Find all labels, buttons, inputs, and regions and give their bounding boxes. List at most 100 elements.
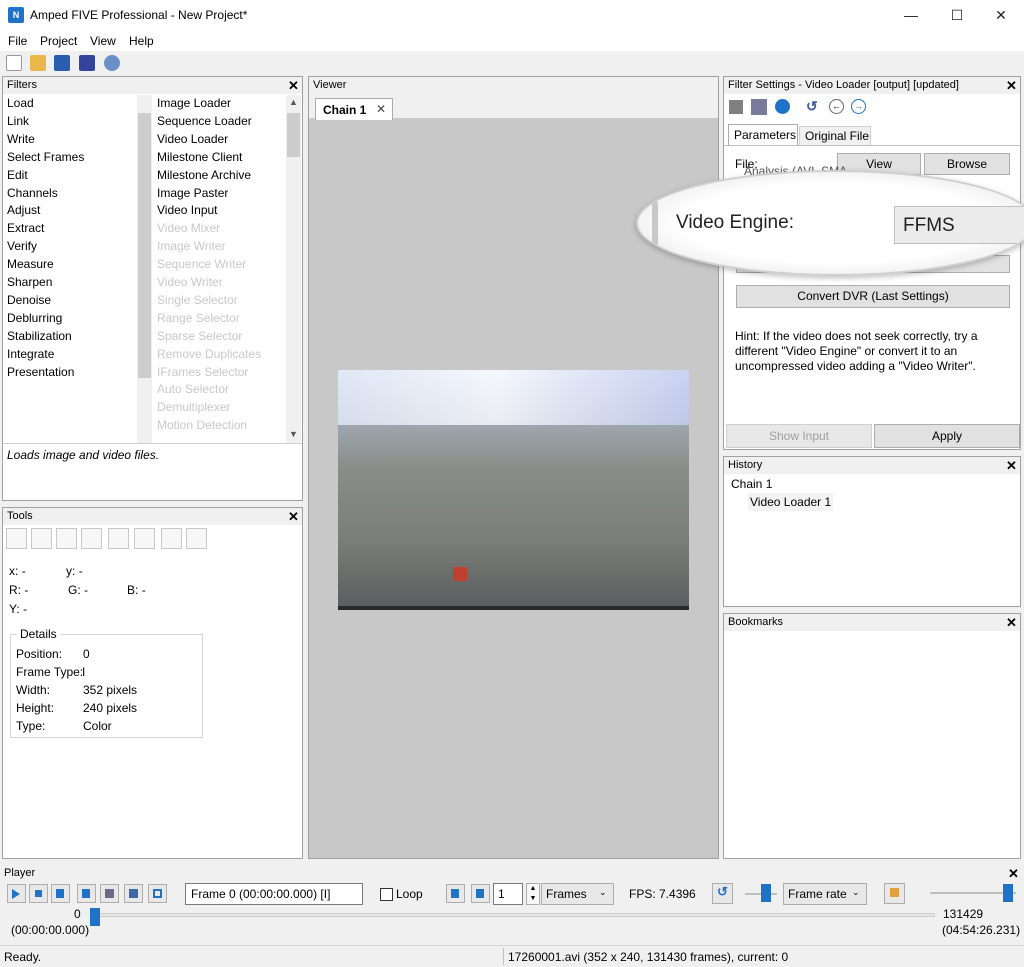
forward-icon[interactable]: → [851, 99, 866, 114]
position-slider-thumb[interactable] [90, 908, 100, 926]
play-button[interactable] [7, 884, 26, 903]
tab-original-file[interactable]: Original File [799, 126, 871, 145]
minimize-button[interactable]: — [888, 0, 934, 31]
category-scrollbar[interactable] [137, 95, 152, 443]
crosshair-tool-icon[interactable] [186, 528, 207, 549]
filter-item[interactable]: Image Paster [157, 184, 228, 202]
items-scroll-thumb[interactable] [287, 113, 300, 157]
globe-tool-icon[interactable] [81, 528, 102, 549]
items-scrollbar[interactable]: ▲ ▼ [286, 95, 301, 443]
menu-view[interactable]: View [90, 34, 116, 48]
video-frame[interactable] [338, 370, 689, 610]
filter-item[interactable]: Video Input [157, 201, 218, 219]
end-frame: 131429 [943, 907, 984, 921]
show-input-button[interactable]: Show Input [726, 424, 872, 448]
close-filters-icon[interactable]: ✕ [288, 77, 299, 94]
tab-chain-1[interactable]: Chain 1 ✕ [315, 98, 393, 120]
loop-checkbox[interactable] [380, 888, 393, 901]
menu-file[interactable]: File [8, 34, 27, 48]
details-value: 352 pixels [83, 683, 138, 697]
marker-button[interactable] [148, 884, 167, 903]
audio-button[interactable] [884, 883, 905, 904]
filter-category-item[interactable]: Link [7, 112, 29, 130]
save-icon[interactable] [54, 55, 70, 71]
pointer-tool-icon[interactable] [6, 528, 27, 549]
refresh-button[interactable]: ↺ [712, 883, 733, 904]
filter-category-item[interactable]: Verify [7, 237, 37, 255]
close-history-icon[interactable]: ✕ [1006, 457, 1017, 474]
filter-item[interactable]: Sequence Loader [157, 112, 252, 130]
menu-project[interactable]: Project [40, 34, 77, 48]
filter-category-item[interactable]: Load [7, 94, 34, 112]
menu-help[interactable]: Help [129, 34, 154, 48]
first-frame-button[interactable] [51, 884, 70, 903]
new-project-icon[interactable] [6, 55, 22, 71]
unit-select[interactable]: Frames ⌄ [541, 883, 614, 905]
filter-description: Loads image and video files. [7, 448, 160, 462]
tab-parameters[interactable]: Parameters [728, 124, 798, 145]
snapshot-button[interactable] [100, 884, 119, 903]
filter-item[interactable]: Image Loader [157, 94, 231, 112]
grid-tool-icon[interactable] [161, 528, 182, 549]
filter-category-item[interactable]: Denoise [7, 291, 51, 309]
zoom-tool-icon[interactable] [31, 528, 52, 549]
rate-slider-thumb[interactable] [761, 884, 772, 902]
filter-category-item[interactable]: Integrate [7, 345, 54, 363]
frame-field[interactable]: Frame 0 (00:00:00.000) [I] [185, 883, 363, 905]
help-icon[interactable] [775, 99, 790, 114]
viewer-header: Viewer [309, 77, 718, 94]
filter-category-item[interactable]: Stabilization [7, 327, 72, 345]
maximize-button[interactable]: ☐ [934, 0, 980, 31]
video-engine-select[interactable]: FFMS [894, 206, 1024, 244]
filter-category-item[interactable]: Channels [7, 184, 58, 202]
close-tools-icon[interactable]: ✕ [288, 508, 299, 525]
history-item[interactable]: Video Loader 1 [748, 493, 834, 511]
scroll-down-icon[interactable]: ▼ [289, 429, 298, 439]
rate-select[interactable]: Frame rate ⌄ [783, 883, 867, 905]
open-folder-icon[interactable] [30, 55, 46, 71]
scroll-up-icon[interactable]: ▲ [289, 97, 298, 107]
filter-item[interactable]: Milestone Archive [157, 166, 251, 184]
rectangle-select-icon[interactable] [108, 528, 129, 549]
close-bookmarks-icon[interactable]: ✕ [1006, 614, 1017, 631]
chain-icon[interactable] [751, 99, 767, 115]
step-spinner[interactable]: ▲ ▼ [526, 883, 540, 905]
stop-button[interactable] [29, 884, 48, 903]
x-label: x: [9, 564, 19, 578]
convert-dvr-last-settings-button[interactable]: Convert DVR (Last Settings) [736, 285, 1010, 308]
close-player-icon[interactable]: ✕ [1008, 865, 1019, 882]
close-window-button[interactable]: ✕ [978, 0, 1024, 31]
filter-category-item[interactable]: Select Frames [7, 148, 84, 166]
filter-item[interactable]: Video Loader [157, 130, 228, 148]
filter-category-item[interactable]: Write [7, 130, 35, 148]
step-back-button[interactable] [446, 884, 465, 903]
last-frame-button[interactable] [77, 884, 96, 903]
status-divider [503, 948, 504, 965]
line-tool-icon[interactable] [134, 528, 155, 549]
filter-category-item[interactable]: Sharpen [7, 273, 52, 291]
screen-tool-icon[interactable] [56, 528, 77, 549]
export-frame-button[interactable] [124, 884, 143, 903]
step-forward-button[interactable] [471, 884, 490, 903]
filter-category-item[interactable]: Presentation [7, 363, 74, 381]
filter-item[interactable]: Milestone Client [157, 148, 242, 166]
step-input[interactable]: 1 [493, 883, 523, 905]
apply-button[interactable]: Apply [874, 424, 1020, 448]
close-filter-settings-icon[interactable]: ✕ [1006, 77, 1017, 94]
tab-close-icon[interactable]: ✕ [376, 102, 386, 116]
stop-icon[interactable] [729, 100, 743, 114]
back-icon[interactable]: ← [829, 99, 844, 114]
update-icon[interactable] [104, 55, 120, 71]
filter-category-item[interactable]: Adjust [7, 201, 40, 219]
browse-button[interactable]: Browse [924, 153, 1010, 175]
volume-slider-thumb[interactable] [1003, 884, 1013, 902]
filter-category-item[interactable]: Extract [7, 219, 44, 237]
save-as-icon[interactable] [79, 55, 95, 71]
reset-icon[interactable]: ↺ [806, 98, 818, 115]
filter-category-item[interactable]: Edit [7, 166, 28, 184]
position-slider-track[interactable] [95, 913, 935, 917]
filter-category-item[interactable]: Deblurring [7, 309, 62, 327]
category-scroll-thumb[interactable] [138, 113, 151, 378]
filter-category-item[interactable]: Measure [7, 255, 54, 273]
history-chain[interactable]: Chain 1 [731, 475, 772, 493]
